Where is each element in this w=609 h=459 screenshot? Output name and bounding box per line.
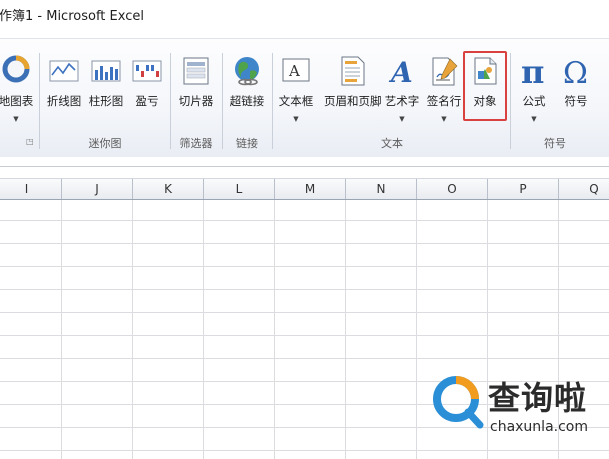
group-label-links: 链接 (236, 137, 258, 150)
watermark-url: chaxunla.com (490, 419, 588, 435)
wordart-icon: A (388, 56, 413, 87)
column-header-q[interactable]: Q (559, 179, 609, 199)
object-button-highlight (463, 51, 507, 121)
map-chart-icon (2, 55, 30, 83)
omega-icon: Ω (563, 56, 588, 87)
dropdown-arrow-icon: ▼ (531, 115, 537, 123)
dropdown-arrow-icon: ▼ (441, 115, 447, 123)
column-header-n[interactable]: N (346, 179, 417, 199)
column-header-k[interactable]: K (133, 179, 204, 199)
column-headers: I J K L M N O P Q (0, 179, 609, 200)
sparkline-winloss-icon (132, 60, 162, 82)
magnifier-logo-icon (433, 376, 484, 429)
signature-line-icon (432, 57, 458, 86)
insert-ribbon: 地图表 ▼ 折线图 柱形图 盈亏 迷你图 切片器 筛选器 超链接 链接 A 文本… (0, 38, 609, 158)
dropdown-arrow-icon: ▼ (13, 115, 19, 123)
dialog-launcher-icon[interactable]: ◳ (26, 137, 34, 146)
textbox-icon: A (282, 58, 310, 82)
group-label-sparklines: 迷你图 (88, 137, 122, 150)
svg-text:A: A (388, 56, 413, 87)
formula-bar-area (0, 157, 609, 179)
sparkline-line-icon (49, 60, 79, 82)
dropdown-arrow-icon: ▼ (399, 115, 405, 123)
column-header-j[interactable]: J (62, 179, 133, 199)
group-label-symbols: 符号 (544, 137, 566, 150)
map-chart-button[interactable]: 地图表 ▼ (0, 53, 38, 149)
title-bar: 工作簿1 - Microsoft Excel (0, 0, 609, 28)
column-header-i[interactable]: I (0, 179, 62, 199)
slicer-icon (183, 57, 209, 85)
tab-strip-area (0, 28, 609, 38)
column-header-m[interactable]: M (275, 179, 346, 199)
group-label-filter: 筛选器 (179, 137, 213, 150)
sparkline-column-icon (91, 60, 121, 82)
window-title: 工作簿1 - Microsoft Excel (0, 9, 144, 24)
watermark: 查询啦 chaxunla.com (430, 365, 605, 445)
column-header-o[interactable]: O (417, 179, 488, 199)
column-header-l[interactable]: L (204, 179, 275, 199)
hyperlink-globe-icon (235, 57, 259, 86)
header-footer-icon (341, 56, 365, 86)
dropdown-arrow-icon: ▼ (293, 115, 299, 123)
svg-text:π: π (521, 55, 544, 87)
column-header-p[interactable]: P (488, 179, 559, 199)
group-label-text: 文本 (381, 137, 403, 150)
svg-text:A: A (288, 62, 300, 80)
svg-text:Ω: Ω (563, 56, 588, 87)
watermark-brand: 查询啦 (488, 379, 588, 417)
pi-icon: π (521, 55, 544, 87)
